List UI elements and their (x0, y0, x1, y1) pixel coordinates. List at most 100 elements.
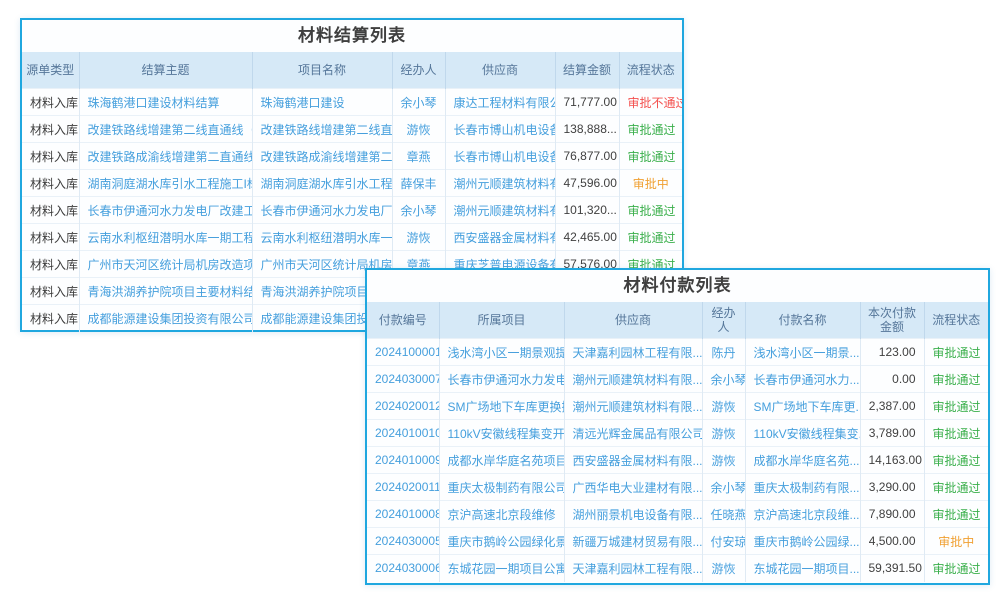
supplier-link[interactable]: 西安盛器金属材料有... (445, 224, 555, 251)
subject-link[interactable]: 湖南洞庭湖水库引水工程施工I标材... (79, 170, 252, 197)
status-cell: 审批通过 (619, 143, 682, 170)
handler-link[interactable]: 章燕 (392, 143, 445, 170)
subject-link[interactable]: 改建铁路线增建第二线直通线（成... (79, 116, 252, 143)
handler-link[interactable]: 游恢 (702, 420, 745, 447)
supplier-link[interactable]: 康达工程材料有限公司 (445, 89, 555, 116)
subject-link[interactable]: 成都能源建设集团投资有限公司临... (79, 305, 252, 332)
project-link[interactable]: 珠海鹤港口建设 (252, 89, 392, 116)
subject-link[interactable]: 云南水利枢纽潜明水库一期工程施... (79, 224, 252, 251)
amount-cell: 42,465.00 (555, 224, 619, 251)
supplier-link[interactable]: 天津嘉利园林工程有限... (564, 339, 702, 366)
payment-row: 2024010009 成都水岸华庭名苑项目... 西安盛器金属材料有限... 游… (367, 447, 988, 474)
payment-number-link[interactable]: 2024030006 (367, 555, 439, 582)
status-cell: 审批通过 (924, 366, 988, 393)
handler-link[interactable]: 薛保丰 (392, 170, 445, 197)
payment-table: 付款编号 所属项目 供应商 经办人 付款名称 本次付款金额 流程状态 20241… (367, 302, 988, 582)
project-link[interactable]: 长春市伊通河水力发电厂... (252, 197, 392, 224)
handler-link[interactable]: 陈丹 (702, 339, 745, 366)
column-header-handler: 经办人 (702, 302, 745, 339)
handler-link[interactable]: 余小琴 (392, 89, 445, 116)
payment-row: 2024020012 SM广场地下车库更换摄... 潮州元顺建筑材料有限... … (367, 393, 988, 420)
payment-name-link[interactable]: 重庆市鹅岭公园绿... (745, 528, 860, 555)
project-link[interactable]: 云南水利枢纽潜明水库一... (252, 224, 392, 251)
payment-name-link[interactable]: 京沪高速北京段维... (745, 501, 860, 528)
handler-link[interactable]: 游恢 (392, 224, 445, 251)
project-link[interactable]: SM广场地下车库更换摄... (439, 393, 564, 420)
payment-row: 2024030005 重庆市鹅岭公园绿化景... 新疆万城建材贸易有限... 付… (367, 528, 988, 555)
project-link[interactable]: 浅水湾小区一期景观提... (439, 339, 564, 366)
subject-link[interactable]: 改建铁路成渝线增建第二直通线（... (79, 143, 252, 170)
subject-link[interactable]: 珠海鹤港口建设材料结算 (79, 89, 252, 116)
amount-cell: 0.00 (860, 366, 924, 393)
status-cell: 审批通过 (924, 501, 988, 528)
column-header-supplier: 供应商 (445, 52, 555, 89)
payment-name-link[interactable]: 成都水岸华庭名苑... (745, 447, 860, 474)
status-cell: 审批通过 (619, 116, 682, 143)
subject-link[interactable]: 长春市伊通河水力发电厂改建工程... (79, 197, 252, 224)
payment-name-link[interactable]: 浅水湾小区一期景... (745, 339, 860, 366)
payment-number-link[interactable]: 2024020012 (367, 393, 439, 420)
supplier-link[interactable]: 湖州丽景机电设备有限... (564, 501, 702, 528)
project-link[interactable]: 成都水岸华庭名苑项目... (439, 447, 564, 474)
project-link[interactable]: 湖南洞庭湖水库引水工程... (252, 170, 392, 197)
project-link[interactable]: 110kV安徽线程集变开断... (439, 420, 564, 447)
supplier-link[interactable]: 西安盛器金属材料有限... (564, 447, 702, 474)
amount-cell: 3,290.00 (860, 474, 924, 501)
supplier-link[interactable]: 潮州元顺建筑材料有... (445, 197, 555, 224)
payment-number-link[interactable]: 2024010009 (367, 447, 439, 474)
supplier-link[interactable]: 长春市博山机电设备... (445, 143, 555, 170)
project-link[interactable]: 重庆太极制药有限公司... (439, 474, 564, 501)
project-link[interactable]: 长春市伊通河水力发电... (439, 366, 564, 393)
settlement-row: 材料入库 湖南洞庭湖水库引水工程施工I标材... 湖南洞庭湖水库引水工程... … (22, 170, 682, 197)
subject-link[interactable]: 青海洪湖养护院项目主要材料结算 (79, 278, 252, 305)
supplier-link[interactable]: 潮州元顺建筑材料有限... (564, 393, 702, 420)
column-header-project: 项目名称 (252, 52, 392, 89)
subject-link[interactable]: 广州市天河区统计局机房改造项目... (79, 251, 252, 278)
project-link[interactable]: 京沪高速北京段维修 (439, 501, 564, 528)
source-type-cell: 材料入库 (22, 143, 79, 170)
payment-number-link[interactable]: 2024100001 (367, 339, 439, 366)
status-cell: 审批通过 (924, 339, 988, 366)
project-link[interactable]: 改建铁路线增建第二线直... (252, 116, 392, 143)
status-cell: 审批通过 (619, 224, 682, 251)
payment-list-title: 材料付款列表 (367, 270, 988, 302)
payment-number-link[interactable]: 2024030007 (367, 366, 439, 393)
settlement-row: 材料入库 改建铁路成渝线增建第二直通线（... 改建铁路成渝线增建第二... 章… (22, 143, 682, 170)
project-link[interactable]: 改建铁路成渝线增建第二... (252, 143, 392, 170)
payment-name-link[interactable]: SM广场地下车库更... (745, 393, 860, 420)
supplier-link[interactable]: 新疆万城建材贸易有限... (564, 528, 702, 555)
payment-name-link[interactable]: 东城花园一期项目... (745, 555, 860, 582)
handler-link[interactable]: 游恢 (702, 393, 745, 420)
handler-link[interactable]: 任晓燕 (702, 501, 745, 528)
project-link[interactable]: 东城花园一期项目公寓... (439, 555, 564, 582)
supplier-link[interactable]: 潮州元顺建筑材料有限... (564, 366, 702, 393)
status-cell: 审批中 (619, 170, 682, 197)
handler-link[interactable]: 余小琴 (392, 197, 445, 224)
supplier-link[interactable]: 广西华电大业建材有限... (564, 474, 702, 501)
column-header-supplier: 供应商 (564, 302, 702, 339)
supplier-link[interactable]: 清远光辉金属品有限公司 (564, 420, 702, 447)
payment-number-link[interactable]: 2024010008 (367, 501, 439, 528)
supplier-link[interactable]: 天津嘉利园林工程有限... (564, 555, 702, 582)
payment-name-link[interactable]: 重庆太极制药有限... (745, 474, 860, 501)
status-cell: 审批通过 (924, 447, 988, 474)
column-header-status: 流程状态 (924, 302, 988, 339)
payment-number-link[interactable]: 2024030005 (367, 528, 439, 555)
handler-link[interactable]: 余小琴 (702, 366, 745, 393)
supplier-link[interactable]: 长春市博山机电设备... (445, 116, 555, 143)
status-cell: 审批中 (924, 528, 988, 555)
settlement-row: 材料入库 云南水利枢纽潜明水库一期工程施... 云南水利枢纽潜明水库一... 游… (22, 224, 682, 251)
handler-link[interactable]: 余小琴 (702, 474, 745, 501)
payment-number-link[interactable]: 2024020011 (367, 474, 439, 501)
supplier-link[interactable]: 潮州元顺建筑材料有... (445, 170, 555, 197)
source-type-cell: 材料入库 (22, 197, 79, 224)
payment-name-link[interactable]: 110kV安徽线程集变... (745, 420, 860, 447)
payment-name-link[interactable]: 长春市伊通河水力... (745, 366, 860, 393)
payment-number-link[interactable]: 2024010010 (367, 420, 439, 447)
status-cell: 审批不通过 (619, 89, 682, 116)
handler-link[interactable]: 游恢 (702, 447, 745, 474)
handler-link[interactable]: 游恢 (702, 555, 745, 582)
handler-link[interactable]: 游恢 (392, 116, 445, 143)
handler-link[interactable]: 付安琼 (702, 528, 745, 555)
project-link[interactable]: 重庆市鹅岭公园绿化景... (439, 528, 564, 555)
